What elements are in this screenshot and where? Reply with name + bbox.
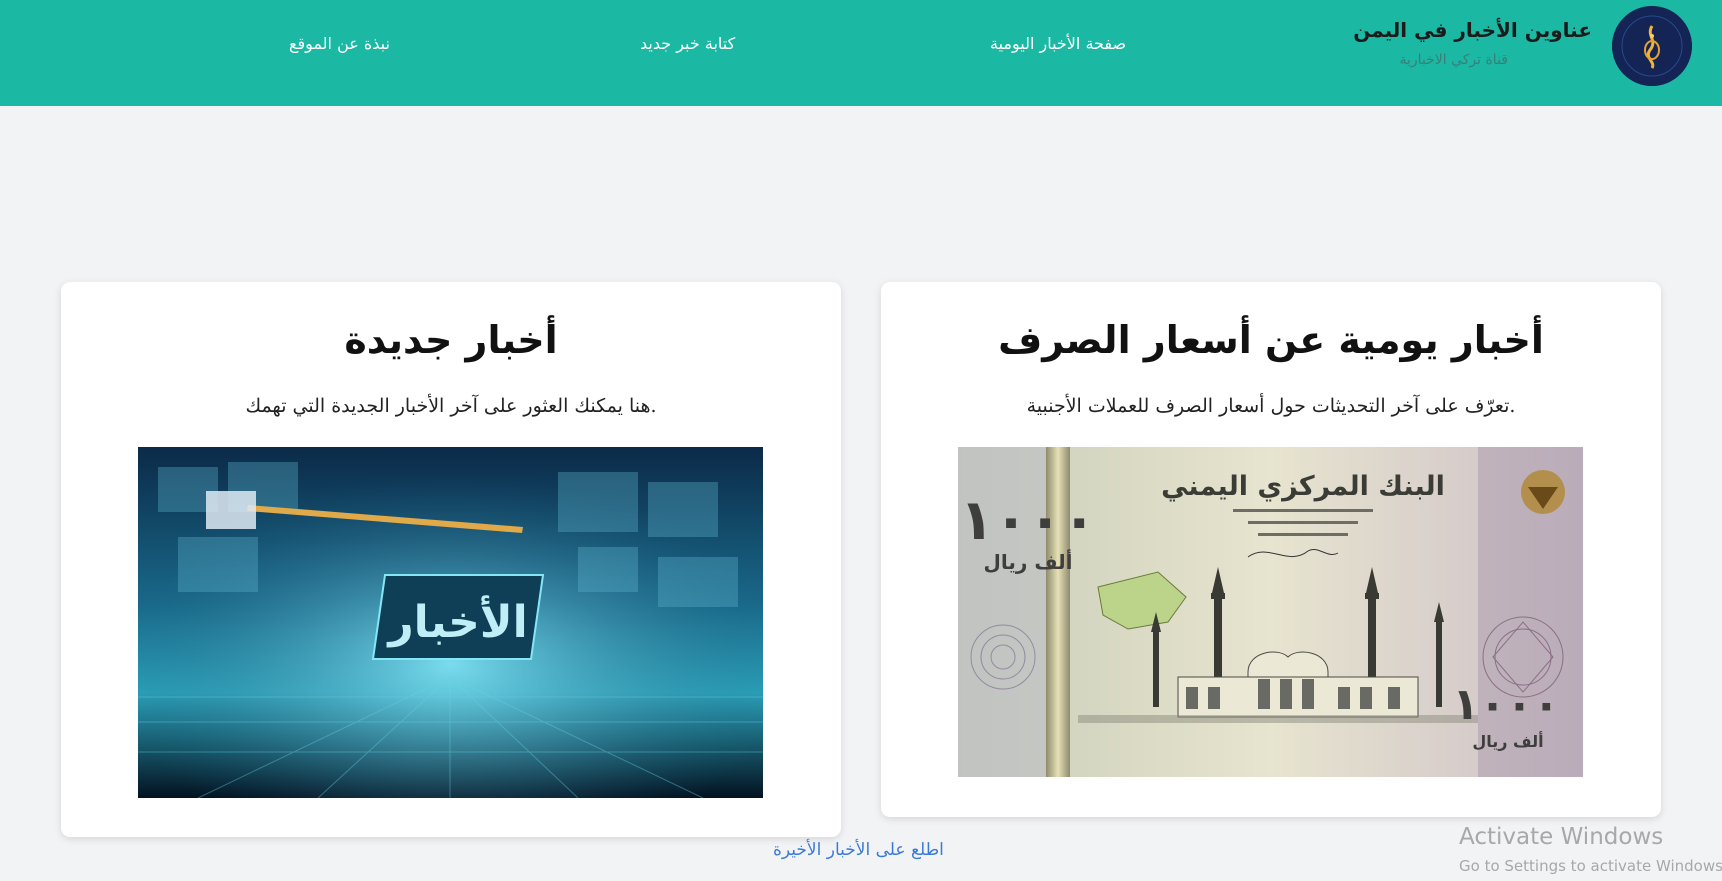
card-description: .هنا يمكنك العثور على آخر الأخبار الجديد… [245,395,657,417]
card-title: أخبار يومية عن أسعار الصرف [998,318,1544,362]
card-description: .تعرّف على آخر التحديثات حول أسعار الصرف… [1026,395,1516,417]
banknote-currency: ألف ريال [983,548,1072,574]
svg-text:ألف ريال: ألف ريال [1472,731,1543,751]
svg-text:١٠٠٠: ١٠٠٠ [1452,679,1559,730]
news-graphic-text: الأخبار [386,595,527,648]
latest-news-link[interactable]: اطلع على الأخبار الأخيرة [773,840,944,860]
channel-logo[interactable] [1612,6,1692,86]
activate-windows-subtitle: Go to Settings to activate Windows. [1459,857,1722,875]
banknote-denomination: ١٠٠٠ [960,488,1097,553]
banknote-image: البنك المركزي اليمني ١٠٠٠ ألف ريال ١٠٠٠ … [958,447,1583,777]
nav-write-news[interactable]: كتابة خبر جديد [640,34,735,53]
banknote-bank-name: البنك المركزي اليمني [1161,471,1445,502]
nav-daily-news[interactable]: صفحة الأخبار اليومية [990,34,1126,53]
brand-subtitle: قناة تركي الاخبارية [1399,52,1508,68]
brand-title: عناوين الأخبار في اليمن [1353,18,1592,42]
exchange-rates-card[interactable]: أخبار يومية عن أسعار الصرف .تعرّف على آخ… [881,282,1661,817]
news-studio-image: الأخبار [138,447,763,798]
activate-windows-title: Activate Windows [1459,824,1664,850]
card-title: أخبار جديدة [344,318,558,362]
top-navbar: عناوين الأخبار في اليمن قناة تركي الاخبا… [0,0,1722,106]
new-news-card[interactable]: أخبار جديدة .هنا يمكنك العثور على آخر ال… [61,282,841,837]
nav-about[interactable]: نبذة عن الموقع [289,34,390,53]
